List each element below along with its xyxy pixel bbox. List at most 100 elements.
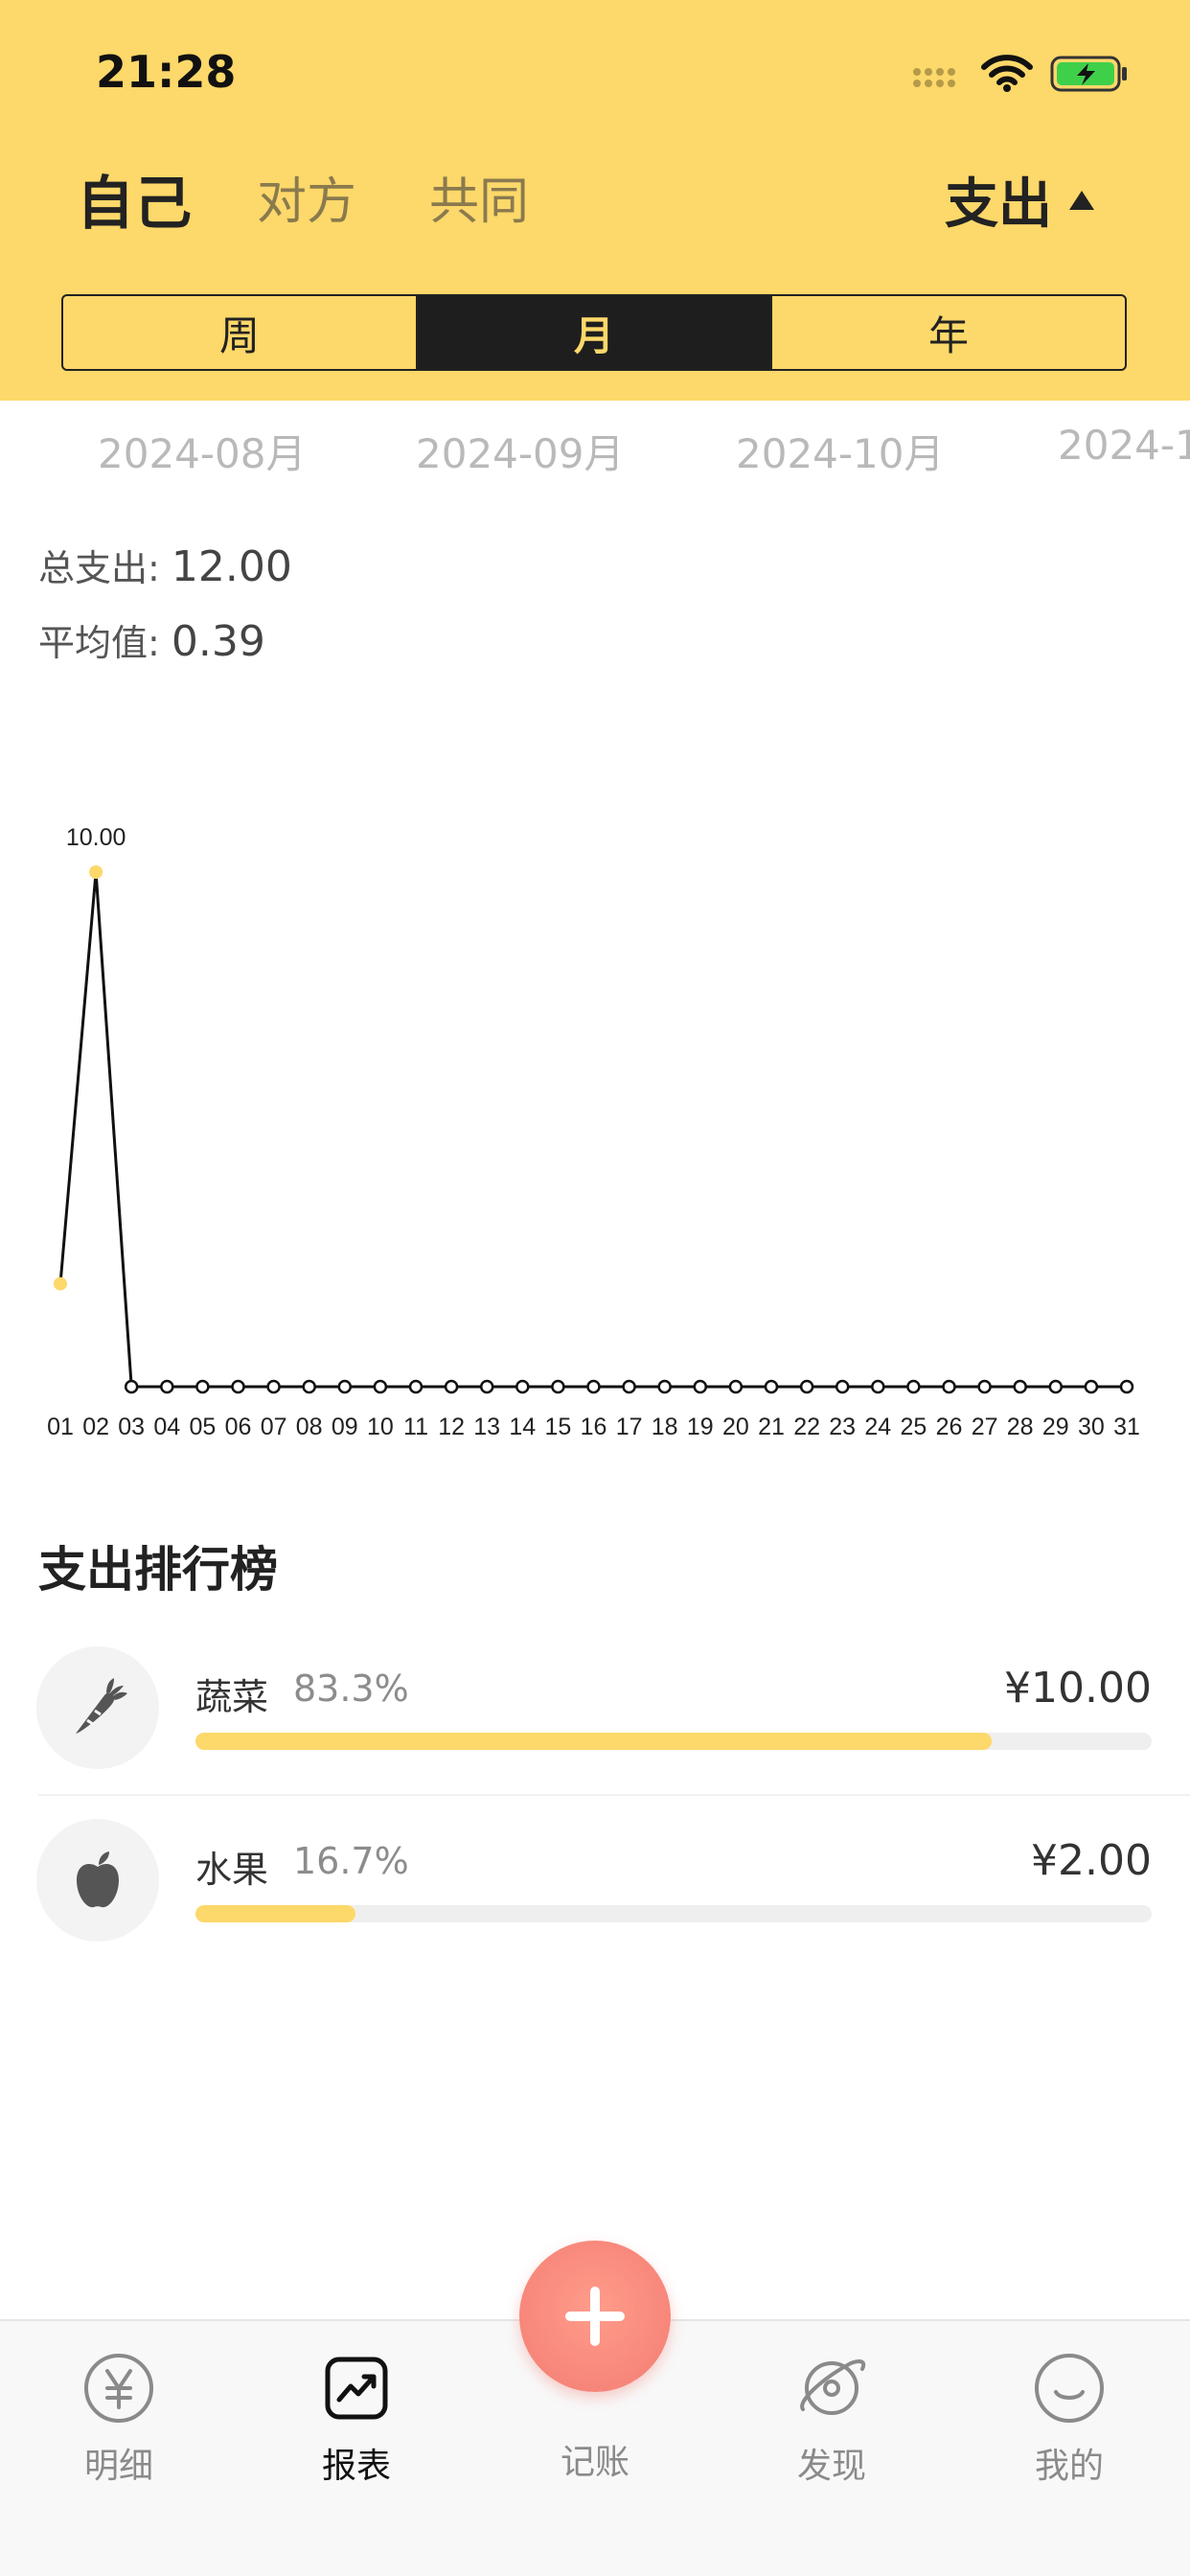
category-amount: ¥10.00 (1004, 1664, 1152, 1713)
tab-discover[interactable]: 发现 (755, 2350, 908, 2503)
data-point[interactable] (1084, 1379, 1099, 1394)
data-point[interactable] (160, 1379, 174, 1394)
data-point[interactable] (622, 1379, 636, 1394)
tab-mine[interactable]: 我的 (993, 2350, 1146, 2503)
period-month[interactable]: 月 (418, 296, 772, 369)
x-tick-label: 04 (153, 1414, 180, 1440)
ranking-item[interactable]: 水果 16.7% ¥2.00 (0, 1819, 1190, 1972)
apple-icon (36, 1819, 159, 1942)
category-progress-bar (195, 1905, 1152, 1922)
ranking-title: 支出排行榜 (38, 1542, 278, 1598)
x-tick-label: 11 (403, 1414, 428, 1440)
data-point[interactable] (906, 1379, 921, 1394)
data-point[interactable] (124, 1379, 139, 1394)
month-selector: 2024-08月 2024-09月 2024-10月 2024-1 (0, 412, 1190, 489)
status-time: 21:28 (96, 46, 237, 98)
plus-icon (565, 2287, 625, 2346)
category-progress-fill (195, 1905, 355, 1922)
x-tick-label: 17 (616, 1414, 643, 1440)
x-tick-label: 23 (829, 1414, 856, 1440)
tab-discover-label: 发现 (796, 2447, 866, 2486)
total-label: 总支出: (38, 547, 160, 589)
data-point[interactable] (1119, 1379, 1134, 1394)
data-point[interactable] (799, 1379, 814, 1394)
data-point[interactable] (231, 1379, 245, 1394)
header: 21:28 自己 对方 共同 支出 周 月 年 (0, 0, 1190, 401)
data-point[interactable] (942, 1379, 956, 1394)
data-point[interactable] (764, 1379, 779, 1394)
x-tick-label: 18 (652, 1414, 678, 1440)
x-tick-label: 19 (687, 1414, 714, 1440)
tab-details[interactable]: 明细 (42, 2350, 195, 2503)
x-tick-label: 13 (473, 1414, 500, 1440)
data-point[interactable] (54, 1276, 67, 1291)
average-expense: 平均值: 0.39 (38, 613, 265, 666)
data-point[interactable] (1013, 1379, 1027, 1394)
data-point[interactable] (195, 1379, 210, 1394)
category-name: 水果 (195, 1849, 269, 1891)
month-item[interactable]: 2024-10月 (736, 422, 945, 480)
x-tick-label: 03 (118, 1414, 145, 1440)
data-point[interactable] (693, 1379, 708, 1394)
add-record-label: 记账 (560, 2443, 629, 2482)
x-tick-label: 16 (581, 1414, 607, 1440)
tab-reports-label: 报表 (321, 2447, 391, 2486)
category-progress-bar (195, 1733, 1152, 1750)
x-tick-label: 30 (1078, 1414, 1105, 1440)
x-tick-label: 06 (225, 1414, 252, 1440)
data-point[interactable] (657, 1379, 672, 1394)
data-label: 10.00 (66, 824, 126, 851)
data-point[interactable] (373, 1379, 388, 1394)
yen-icon (84, 2354, 153, 2423)
x-tick-label: 27 (972, 1414, 998, 1440)
x-tick-label: 01 (47, 1414, 74, 1440)
category-name: 蔬菜 (195, 1676, 269, 1718)
data-point[interactable] (728, 1379, 744, 1394)
x-tick-label: 05 (189, 1414, 216, 1440)
x-tick-label: 26 (936, 1414, 963, 1440)
period-year[interactable]: 年 (772, 296, 1125, 369)
x-tick-label: 08 (296, 1414, 323, 1440)
x-tick-label: 12 (438, 1414, 465, 1440)
data-point[interactable] (337, 1379, 353, 1394)
ranking-divider (38, 1794, 1190, 1796)
data-point[interactable] (408, 1379, 423, 1394)
month-item[interactable]: 2024-08月 (98, 422, 307, 480)
ranking-item[interactable]: 蔬菜 83.3% ¥10.00 (0, 1646, 1190, 1800)
data-point[interactable] (586, 1379, 601, 1394)
type-toggle-label: 支出 (945, 173, 1052, 236)
data-point[interactable] (977, 1379, 992, 1394)
data-point[interactable] (444, 1379, 459, 1394)
wifi-icon (981, 55, 1033, 92)
x-tick-label: 29 (1042, 1414, 1069, 1440)
tab-partner[interactable]: 对方 (257, 161, 356, 233)
x-tick-label: 25 (900, 1414, 927, 1440)
series-line (58, 871, 1127, 1389)
period-week[interactable]: 周 (63, 296, 418, 369)
type-toggle[interactable]: 支出 (945, 161, 1094, 239)
tab-shared[interactable]: 共同 (429, 161, 529, 233)
month-item[interactable]: 2024-09月 (416, 422, 625, 480)
daily-expense-chart: 01 02 03 04 05 06 07 08 09 10 11 12 13 14 15 16 17 18 19 20… (47, 824, 1140, 1440)
data-point[interactable] (835, 1379, 850, 1394)
x-tick-label: 22 (793, 1414, 820, 1440)
data-point[interactable] (871, 1379, 885, 1394)
x-tick-label: 07 (261, 1414, 287, 1440)
total-expense: 总支出: 12.00 (38, 539, 292, 591)
data-point[interactable] (515, 1379, 530, 1394)
tab-self[interactable]: 自己 (77, 157, 192, 241)
month-item[interactable]: 2024-1 (1058, 422, 1190, 469)
data-point[interactable] (302, 1379, 316, 1394)
add-record-button[interactable] (519, 2241, 671, 2392)
data-point[interactable] (1048, 1379, 1064, 1394)
x-tick-label: 09 (332, 1414, 358, 1440)
data-point[interactable] (266, 1379, 281, 1394)
data-point[interactable] (551, 1379, 565, 1394)
data-point[interactable] (479, 1379, 494, 1394)
x-tick-label: 02 (82, 1414, 109, 1440)
tab-reports[interactable]: 报表 (280, 2350, 433, 2503)
x-tick-label: 24 (864, 1414, 891, 1440)
total-value: 12.00 (171, 542, 292, 591)
data-point[interactable] (89, 865, 103, 879)
smile-icon (1035, 2354, 1104, 2423)
